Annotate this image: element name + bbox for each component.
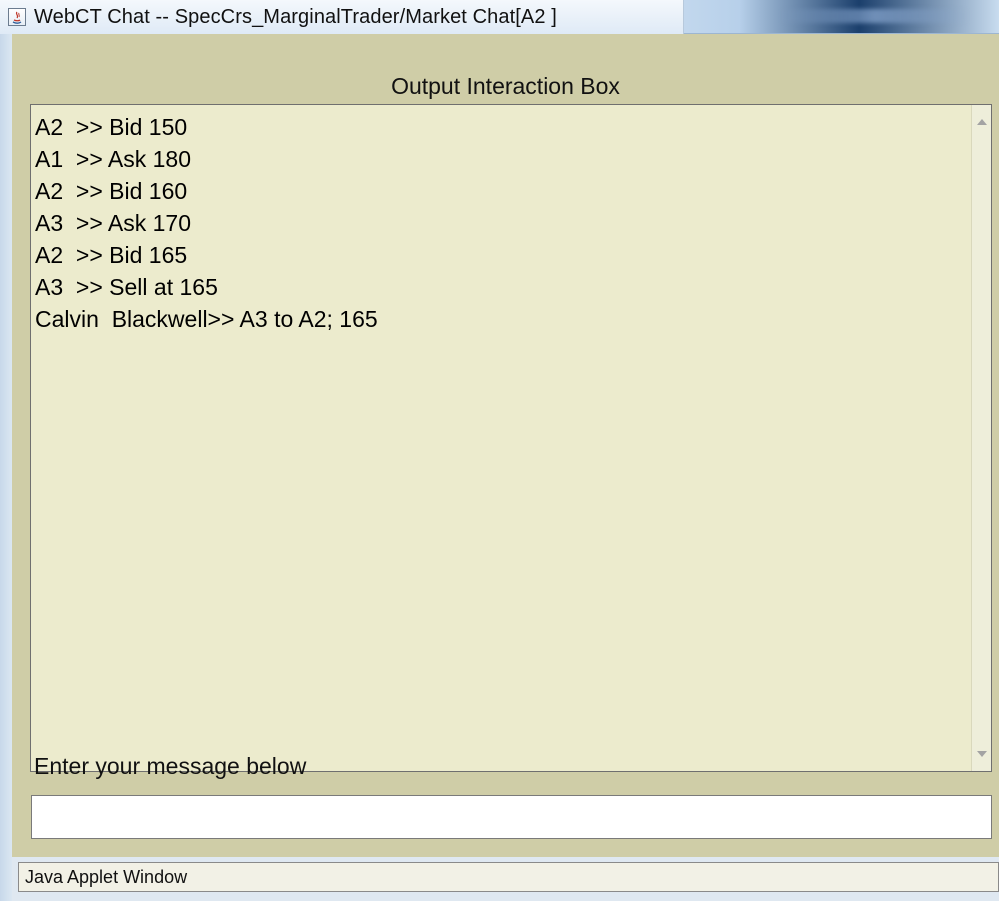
chat-line: Calvin Blackwell>> A3 to A2; 165 — [35, 306, 378, 332]
title-bar[interactable]: WebCT Chat -- SpecCrs_MarginalTrader/Mar… — [0, 0, 999, 34]
output-lines: A2 >> Bid 150 A1 >> Ask 180 A2 >> Bid 16… — [35, 111, 969, 335]
window-left-border — [0, 34, 12, 901]
status-text: Java Applet Window — [25, 867, 188, 887]
chat-line: A2 >> Bid 150 — [35, 114, 188, 140]
scroll-up-arrow-icon[interactable] — [977, 119, 987, 125]
window-title: WebCT Chat -- SpecCrs_MarginalTrader/Mar… — [34, 6, 557, 28]
chat-line: A2 >> Bid 165 — [35, 242, 188, 268]
chat-line: A1 >> Ask 180 — [35, 146, 192, 172]
status-bar: Java Applet Window — [12, 857, 999, 901]
java-icon[interactable] — [8, 8, 26, 26]
chat-line: A3 >> Sell at 165 — [35, 274, 218, 300]
scroll-down-arrow-icon[interactable] — [977, 751, 987, 757]
chat-line: A2 >> Bid 160 — [35, 178, 188, 204]
chat-line: A3 >> Ask 170 — [35, 210, 192, 236]
chat-window: WebCT Chat -- SpecCrs_MarginalTrader/Mar… — [0, 0, 999, 901]
title-bar-inner: WebCT Chat -- SpecCrs_MarginalTrader/Mar… — [0, 0, 684, 34]
message-input[interactable] — [31, 795, 992, 839]
output-text-area[interactable]: A2 >> Bid 150 A1 >> Ask 180 A2 >> Bid 16… — [30, 104, 992, 772]
status-bar-field: Java Applet Window — [18, 862, 999, 892]
title-bar-blurred-region — [780, 9, 970, 23]
output-box-label: Output Interaction Box — [391, 73, 620, 99]
message-input-label: Enter your message below — [34, 753, 307, 779]
chat-panel: Output Interaction Box A2 >> Bid 150 A1 … — [12, 34, 999, 857]
output-scrollbar[interactable] — [971, 105, 991, 771]
